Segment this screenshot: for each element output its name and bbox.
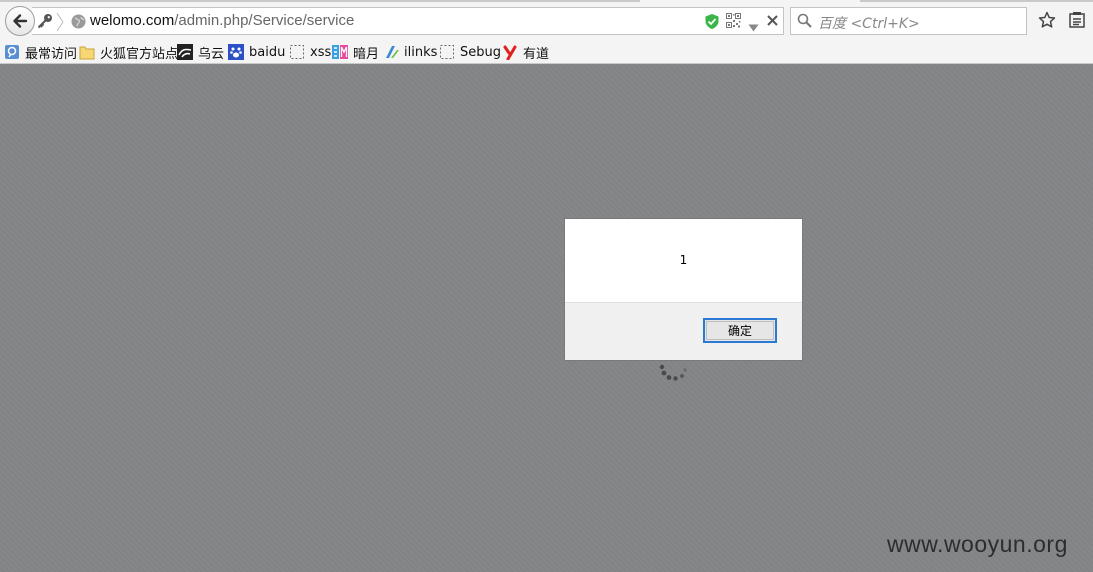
folder-icon [79,44,95,60]
address-bar[interactable]: welomo.com/admin.php/Service/service [32,7,784,35]
bookmark-label: 暗月 [353,46,380,62]
bookmark-xss[interactable]: xss [289,43,331,61]
key-icon[interactable] [36,12,54,34]
dropdown-arrow-icon[interactable] [748,17,759,36]
url-host: welomo.com [90,12,175,29]
search-icon [797,13,812,32]
anyue-icon [332,44,348,60]
bookmarks-toolbar: 最常访问 火狐官方站点 乌云 baidu xss 暗月 ilinks Sebug… [0,40,1093,64]
ok-button-label: 确定 [706,321,774,340]
qr-code-icon[interactable] [726,13,741,32]
alert-dialog: 1 确定 [564,218,803,361]
globe-icon[interactable] [71,14,86,33]
ok-button[interactable]: 确定 [703,318,777,343]
bookmark-wooyun[interactable]: 乌云 [177,43,225,62]
loading-spinner-icon [659,364,687,381]
shield-icon[interactable] [704,13,720,34]
bookmark-label: ilinks [404,44,438,60]
most-visited-icon [4,44,20,60]
url-path: /admin.php/Service/service [174,12,355,29]
bookmark-label: Sebug [460,44,501,60]
browser-toolbar: welomo.com/admin.php/Service/service 百度 … [0,0,1093,40]
baidu-paw-icon [228,44,244,60]
alert-dialog-body: 1 [565,219,802,303]
back-arrow-icon [13,14,28,28]
bookmark-label: baidu [249,44,286,60]
page-overlay [0,65,1093,572]
reading-list-icon[interactable] [1069,11,1085,33]
bookmark-sebug[interactable]: Sebug [439,43,501,61]
ilinks-icon [383,44,399,60]
bookmark-most-visited[interactable]: 最常访问 [4,43,78,62]
bookmark-firefox-site[interactable]: 火狐官方站点 [79,43,179,62]
back-button[interactable] [5,6,35,36]
bookmark-label: 火狐官方站点 [100,46,179,62]
bookmark-youdao[interactable]: 有道 [502,43,550,62]
bookmark-baidu[interactable]: baidu [228,43,285,61]
page-placeholder-icon [439,44,455,60]
bookmark-label: 有道 [523,46,550,62]
watermark-text: www.wooyun.org [887,531,1068,557]
bookmark-label: 乌云 [198,46,225,62]
bookmark-star-icon[interactable] [1038,11,1056,33]
youdao-icon [502,44,518,61]
wooyun-icon [177,44,193,60]
tab-strip-edge [860,0,1093,2]
search-bar[interactable]: 百度 <Ctrl+K> [790,7,1027,35]
bookmark-anyue[interactable]: 暗月 [332,43,380,62]
bookmark-label: 最常访问 [25,46,78,62]
page-placeholder-icon [289,44,305,60]
tab-strip-edge [0,0,640,2]
url-text[interactable]: welomo.com/admin.php/Service/service [90,12,354,29]
chevron-right-icon [56,12,64,36]
alert-message: 1 [679,253,688,267]
search-placeholder: 百度 <Ctrl+K> [818,16,920,32]
bookmark-ilinks[interactable]: ilinks [383,43,437,61]
bookmark-label: xss [310,44,332,60]
close-icon[interactable] [765,13,780,32]
